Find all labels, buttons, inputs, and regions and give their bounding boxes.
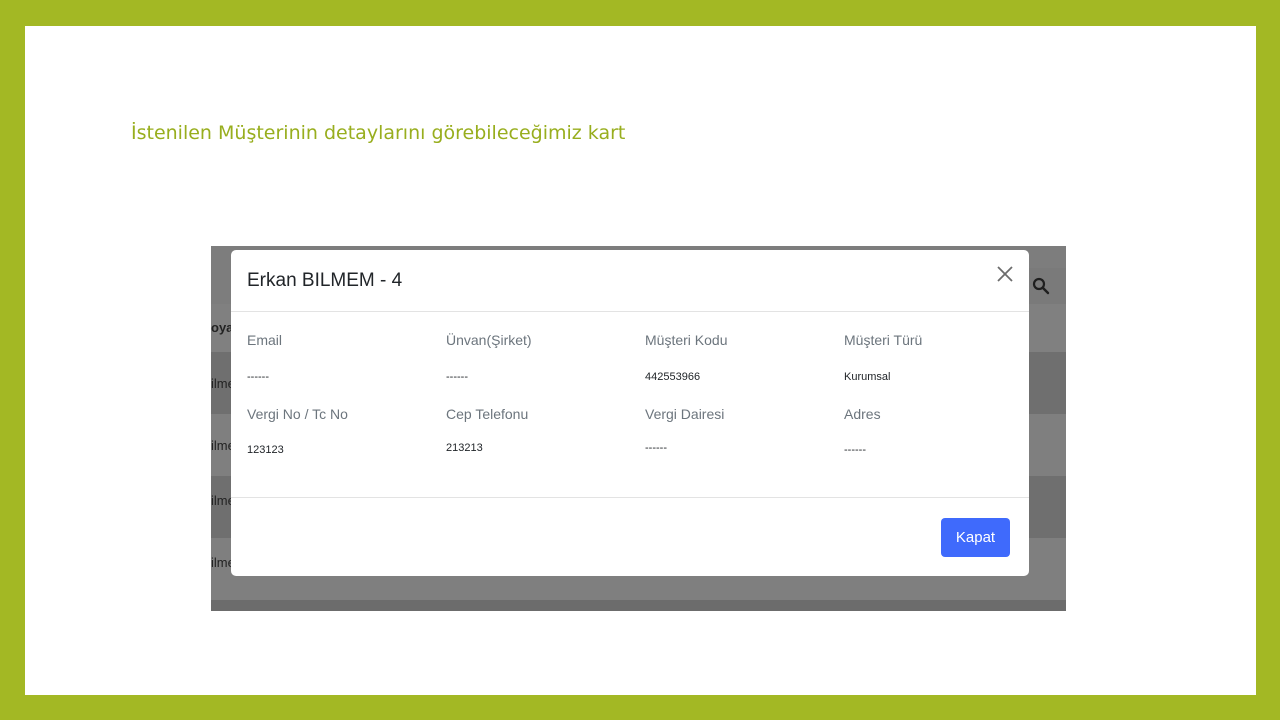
close-modal-button[interactable]: Kapat	[941, 518, 1010, 557]
field-label-company: Ünvan(Şirket)	[446, 332, 532, 348]
field-value-customer-code: 442553966	[645, 371, 701, 383]
bg-row-partial	[211, 600, 1066, 611]
field-label-customer-type: Müşteri Türü	[844, 332, 923, 348]
field-value-address: ------	[844, 444, 866, 456]
close-icon	[997, 266, 1013, 282]
modal-footer: Kapat	[231, 497, 1029, 576]
field-label-tax-no: Vergi No / Tc No	[247, 406, 348, 422]
modal-header: Erkan BILMEM - 4	[231, 250, 1029, 312]
field-label-email: Email	[247, 332, 283, 348]
field-value-tax-no: 123123	[247, 444, 284, 456]
screenshot-panel: oya ilme ilme ilme ilme Erkan BILMEM - 4	[211, 246, 1066, 611]
field-value-customer-type: Kurumsal	[844, 371, 891, 383]
search-icon	[1032, 277, 1050, 295]
modal-body: Email ------ Ünvan(Şirket) ------ Müşter…	[231, 312, 1029, 497]
field-label-address: Adres	[844, 406, 881, 422]
field-label-customer-code: Müşteri Kodu	[645, 332, 728, 348]
field-label-tax-office: Vergi Dairesi	[645, 406, 725, 422]
field-value-tax-office: ------	[645, 442, 667, 454]
modal-title: Erkan BILMEM - 4	[247, 270, 403, 291]
field-value-mobile-phone: 213213	[446, 442, 483, 454]
field-value-email: ------	[247, 371, 269, 383]
field-value-company: ------	[446, 371, 468, 383]
close-button[interactable]	[993, 262, 1017, 286]
slide-caption: İstenilen Müşterinin detaylarını görebil…	[131, 122, 626, 144]
customer-detail-modal: Erkan BILMEM - 4 Email ------ Ünvan(Şirk…	[231, 250, 1029, 576]
field-label-mobile-phone: Cep Telefonu	[446, 406, 529, 422]
